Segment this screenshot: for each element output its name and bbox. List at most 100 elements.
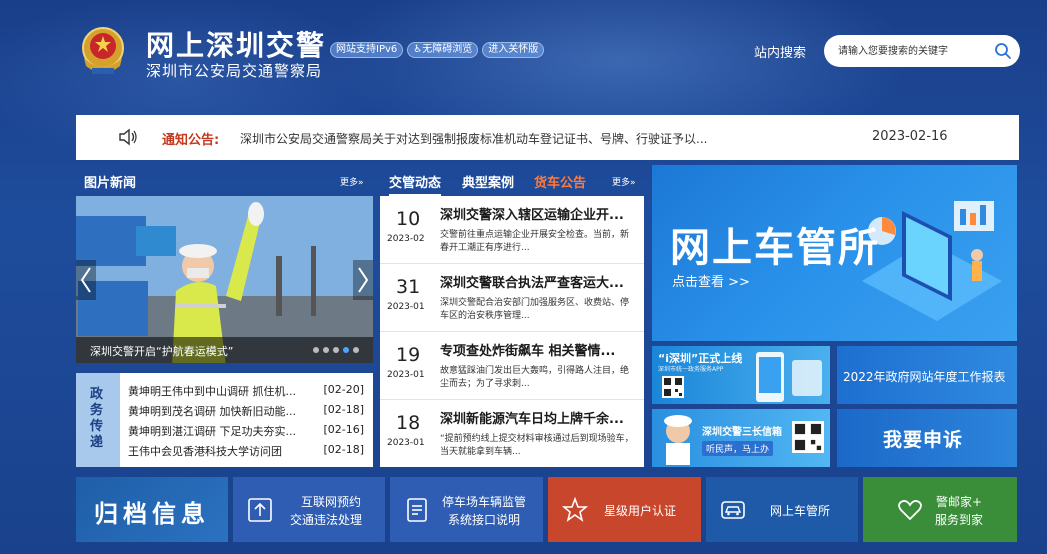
carousel-caption: 深圳交警开启“护航春运模式”	[76, 337, 373, 363]
online-vehicle-office-banner[interactable]: 网上车管所 点击查看 >>	[652, 165, 1017, 341]
appeal-banner[interactable]: 我要申诉	[837, 409, 1017, 467]
online-vehicle-office-button[interactable]: 网上车管所	[706, 477, 858, 542]
picture-news-header: 图片新闻 更多»	[76, 165, 373, 195]
list-item[interactable]: 黄坤明到茂名调研 加快新旧动能... [02-18]	[128, 401, 368, 421]
button-label: 星级用户认证	[604, 504, 677, 518]
list-item[interactable]: 19 2023-01 专项查处炸街飙车 相关警情... 故意猛踩油门发出巨大轰鸣…	[380, 332, 644, 400]
button-line1: 停车场车辆监管	[441, 495, 526, 509]
carousel-dot-active[interactable]	[343, 347, 349, 353]
search-label: 站内搜索	[754, 46, 807, 61]
tile-title: 深圳交警三长信箱	[702, 427, 782, 438]
notice-link[interactable]: 深圳市公安局交通警察局关于对达到强制报废标准机动车登记证书、号牌、行驶证予以..…	[240, 130, 760, 147]
police-post-service-button[interactable]: 警邮家+ 服务到家	[863, 477, 1017, 542]
tab-truck-notices[interactable]: 货车公告	[534, 172, 586, 191]
speaker-icon	[119, 128, 137, 146]
news-year-month: 2023-01	[387, 302, 425, 312]
list-item[interactable]: 黄坤明到湛江调研 下足功夫夯实... [02-16]	[128, 421, 368, 441]
carousel-dot[interactable]	[333, 347, 339, 353]
mailbox-banner[interactable]: 深圳交警三长信箱 听民声，马上办	[652, 409, 830, 467]
upload-box-icon	[248, 498, 272, 522]
tab-traffic-dynamics[interactable]: 交管动态	[389, 172, 442, 196]
list-item[interactable]: 黄坤明王伟中到中山调研 抓住机... [02-20]	[128, 381, 368, 401]
search-icon[interactable]	[994, 42, 1012, 60]
car-icon	[721, 501, 745, 519]
politics-list: 黄坤明王伟中到中山调研 抓住机... [02-20] 黄坤明到茂名调研 加快新旧动…	[128, 381, 368, 461]
notice-label: 通知公告:	[162, 133, 220, 148]
list-item-date: [02-18]	[323, 403, 364, 416]
list-item[interactable]: 王伟中会见香港科技大学访问团 [02-18]	[128, 441, 368, 461]
news-desc: 交警前往重点运输企业开展安全检查。当前，新春开工潮正有序进行...	[440, 230, 630, 253]
news-title[interactable]: 深圳交警深入辖区运输企业开...	[440, 204, 638, 223]
list-item-title[interactable]: 王伟中会见香港科技大学访问团	[128, 443, 303, 459]
carousel-dot[interactable]	[353, 347, 359, 353]
list-item-title[interactable]: 黄坤明王伟中到中山调研 抓住机...	[128, 383, 303, 399]
accessibility-link[interactable]: ♿无障碍浏览	[407, 42, 479, 58]
list-item[interactable]: 10 2023-02 深圳交警深入辖区运输企业开... 交警前往重点运输企业开展…	[380, 196, 644, 264]
button-line1: 互联网预约	[300, 495, 361, 509]
news-title[interactable]: 深圳交警联合执法严查客运大...	[440, 272, 638, 291]
news-desc: “提前预约线上提交材料审核通过后到现场验车，当天就能拿到车辆...	[440, 434, 634, 457]
list-item-title[interactable]: 黄坤明到湛江调研 下足功夫夯实...	[128, 423, 303, 439]
carousel-prev-button[interactable]	[76, 260, 96, 300]
star-user-auth-button[interactable]: 星级用户认证	[548, 477, 701, 542]
banner-link[interactable]: 点击查看 >>	[672, 271, 750, 290]
picture-news-more-link[interactable]: 更多»	[340, 175, 364, 188]
header-badges: 网站支持IPv6 ♿无障碍浏览 进入关怀版	[330, 42, 545, 58]
document-icon	[407, 498, 427, 522]
news-title[interactable]: 深圳新能源汽车日均上牌千余...	[440, 408, 638, 427]
chevron-left-icon	[80, 267, 91, 293]
tile-subtitle: 深圳市统一政务服务APP	[658, 366, 724, 373]
police-emblem-icon[interactable]	[76, 24, 130, 78]
carousel-dot[interactable]	[313, 347, 319, 353]
annual-report-banner[interactable]: 2022年政府网站年度工作报表	[837, 346, 1017, 404]
care-mode-link[interactable]: 进入关怀版	[482, 42, 545, 58]
ipv6-badge: 网站支持IPv6	[330, 42, 404, 58]
search-input[interactable]	[838, 43, 988, 59]
isometric-phone-illustration	[862, 201, 1002, 321]
heart-icon	[898, 500, 922, 521]
button-line2: 服务到家	[934, 513, 983, 527]
list-item[interactable]: 31 2023-01 深圳交警联合执法严查客运大... 深圳交警配合治安部门加强…	[380, 264, 644, 332]
picture-news-carousel[interactable]: 深圳交警开启“护航春运模式”	[76, 196, 373, 363]
site-subtitle: 深圳市公安局交通警察局	[146, 62, 323, 80]
news-day: 10	[396, 208, 421, 230]
tile-text: 我要申诉	[883, 429, 964, 451]
star-icon	[562, 497, 588, 522]
politics-label: 政务传递	[90, 387, 104, 450]
archive-label: 归档信息	[94, 500, 210, 528]
picture-news-title: 图片新闻	[84, 176, 137, 191]
button-line2: 系统接口说明	[447, 513, 520, 527]
carousel-dots	[313, 347, 359, 353]
traffic-news-more-link[interactable]: 更多»	[612, 175, 636, 188]
qr-code-icon	[662, 376, 684, 398]
list-item[interactable]: 18 2023-01 深圳新能源汽车日均上牌千余... “提前预约线上提交材料审…	[380, 400, 644, 468]
qr-code-icon	[792, 421, 824, 453]
search-box	[824, 35, 1020, 67]
tile-subtitle: 听民声，马上办	[702, 441, 774, 456]
list-item-date: [02-16]	[323, 423, 364, 436]
site-title[interactable]: 网上深圳交警	[146, 24, 326, 64]
tab-typical-cases[interactable]: 典型案例	[462, 172, 514, 191]
news-day: 19	[396, 344, 421, 366]
news-year-month: 2023-02	[387, 234, 425, 244]
tile-text: 2022年政府网站年度工作报表	[843, 370, 1006, 384]
i-shenzhen-app-banner[interactable]: “i深圳”正式上线 深圳市统一政务服务APP	[652, 346, 830, 404]
phone-illustration	[756, 352, 822, 402]
politics-panel: 政务传递 黄坤明王伟中到中山调研 抓住机... [02-20] 黄坤明到茂名调研 …	[76, 373, 373, 467]
carousel-dot[interactable]	[323, 347, 329, 353]
parking-interface-button[interactable]: 停车场车辆监管 系统接口说明	[390, 477, 543, 542]
violation-appointment-button[interactable]: 互联网预约 交通违法处理	[233, 477, 385, 542]
list-item-date: [02-20]	[323, 383, 364, 396]
list-item-title[interactable]: 黄坤明到茂名调研 加快新旧动能...	[128, 403, 303, 419]
news-title[interactable]: 专项查处炸街飙车 相关警情...	[440, 340, 638, 359]
traffic-news-list: 10 2023-02 深圳交警深入辖区运输企业开... 交警前往重点运输企业开展…	[380, 196, 644, 467]
carousel-next-button[interactable]	[353, 260, 373, 300]
list-item-date: [02-18]	[323, 443, 364, 456]
traffic-news-tabs: 交管动态 典型案例 货车公告 更多»	[380, 165, 644, 196]
button-label: 网上车管所	[770, 504, 831, 518]
news-desc: 故意猛踩油门发出巨大轰鸣，引得路人注目，绝尘而去；为了寻求刺...	[440, 366, 630, 389]
carousel-caption-text[interactable]: 深圳交警开启“护航春运模式”	[90, 343, 233, 359]
chevron-right-icon	[358, 267, 369, 293]
archive-button[interactable]: 归档信息	[76, 477, 228, 542]
news-day: 31	[396, 276, 421, 298]
